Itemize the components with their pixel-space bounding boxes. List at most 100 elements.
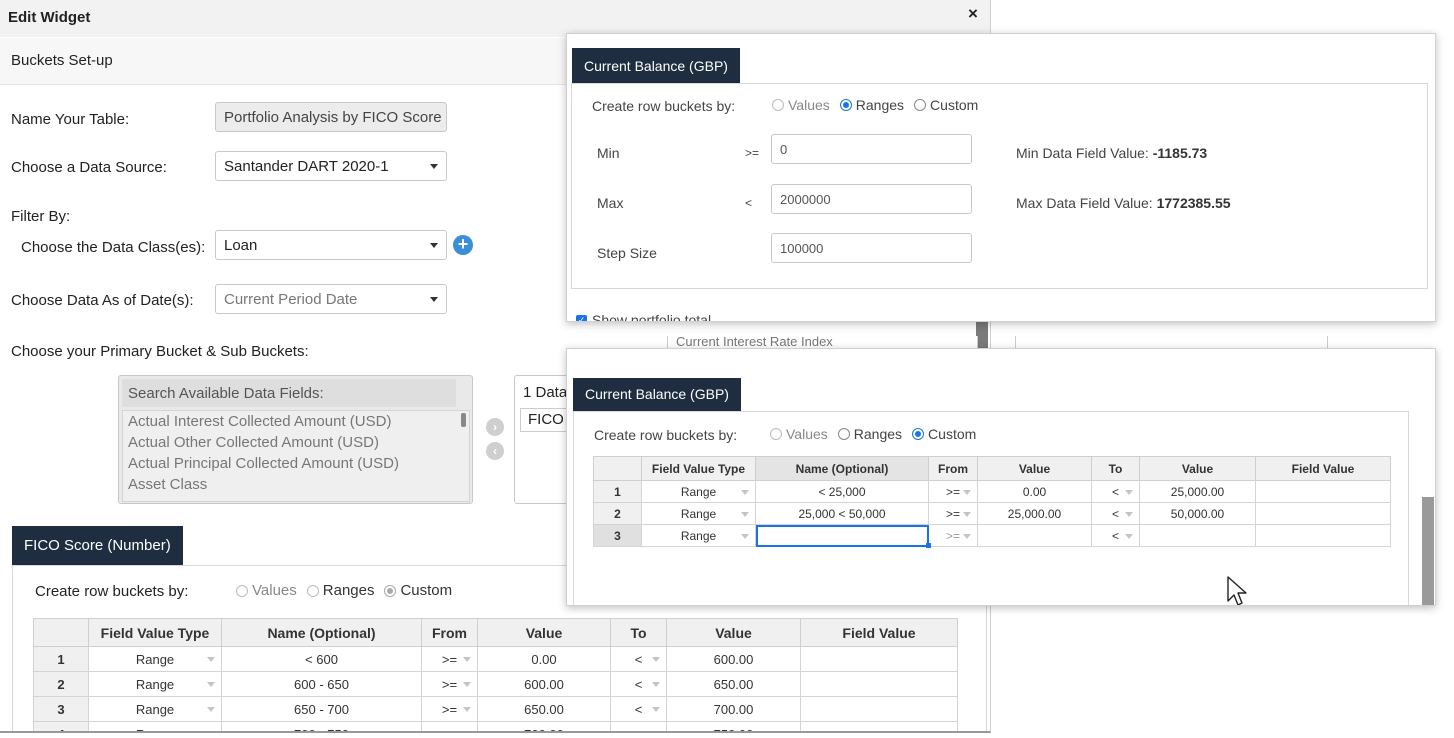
field-value-cell[interactable] xyxy=(800,696,958,722)
section-title: Buckets Set-up xyxy=(11,52,113,69)
from-value-cell[interactable]: 0.00 xyxy=(977,480,1092,503)
from-op-cell[interactable]: >= xyxy=(421,646,478,672)
to-value-cell[interactable]: 600.00 xyxy=(666,646,801,672)
radio-values[interactable]: Values xyxy=(236,582,297,599)
add-class-button[interactable]: + xyxy=(453,235,473,255)
radio-custom[interactable]: Custom xyxy=(384,582,452,599)
list-item[interactable]: Actual Interest Collected Amount (USD) xyxy=(123,411,469,432)
from-value-cell[interactable]: 25,000.00 xyxy=(977,502,1092,525)
radio-custom[interactable]: Custom xyxy=(912,426,976,442)
scrollbar[interactable] xyxy=(1422,497,1434,605)
bucket-mode-radios: Values Ranges Custom xyxy=(770,426,986,442)
close-icon[interactable]: × xyxy=(968,4,978,24)
chevron-down-icon xyxy=(652,732,660,733)
name-cell[interactable]: < 25,000 xyxy=(755,480,929,503)
step-size-input[interactable]: 100000 xyxy=(771,233,972,263)
to-value-cell[interactable]: 650.00 xyxy=(666,671,801,697)
radio-custom[interactable]: Custom xyxy=(914,97,978,113)
list-item[interactable]: Asset Class xyxy=(123,474,469,495)
from-op-cell[interactable]: >= xyxy=(928,502,978,525)
radio-circle xyxy=(912,428,925,440)
to-value-cell[interactable]: 750.00 xyxy=(666,721,801,731)
radio-ranges[interactable]: Ranges xyxy=(306,582,374,599)
radio-ranges[interactable]: Ranges xyxy=(837,426,902,442)
table-row: 2 Range 600 - 650 >= 600.00 < 650.00 xyxy=(33,671,958,697)
bucket-label: Choose your Primary Bucket & Sub Buckets… xyxy=(11,343,309,360)
move-right-icon[interactable]: › xyxy=(486,418,504,436)
to-op-cell[interactable]: < xyxy=(610,696,667,722)
field-value-cell[interactable] xyxy=(1255,480,1391,503)
column-header: Value xyxy=(477,618,611,647)
data-class-select[interactable]: Loan xyxy=(215,230,447,260)
from-value-cell[interactable]: 650.00 xyxy=(477,696,611,722)
move-left-icon[interactable]: ‹ xyxy=(486,442,504,460)
step-size-label: Step Size xyxy=(597,245,657,261)
cell-text: < xyxy=(634,701,643,717)
radio-values[interactable]: Values xyxy=(770,426,828,442)
radio-ranges[interactable]: Ranges xyxy=(839,97,904,113)
radio-values[interactable]: Values xyxy=(772,97,830,113)
to-op-cell[interactable]: < xyxy=(1091,524,1140,547)
field-value-type-cell[interactable]: Range xyxy=(641,524,756,547)
from-op-cell[interactable]: >= xyxy=(421,671,478,697)
data-source-select[interactable]: Santander DART 2020-1 xyxy=(215,151,447,181)
tab-current-balance[interactable]: Current Balance (GBP) xyxy=(572,48,740,84)
field-value-type-cell[interactable]: Range xyxy=(88,671,222,697)
from-op-cell[interactable]: >= xyxy=(928,480,978,503)
to-value-cell[interactable] xyxy=(1139,524,1256,547)
show-total-checkbox[interactable]: ✓ Show portfolio total xyxy=(576,312,711,321)
to-op-cell[interactable]: < xyxy=(610,671,667,697)
field-value-type-cell[interactable]: Range xyxy=(88,721,222,731)
field-value-cell[interactable] xyxy=(1255,502,1391,525)
column-header: Value xyxy=(1139,456,1256,481)
to-value-cell[interactable]: 50,000.00 xyxy=(1139,502,1256,525)
column-header xyxy=(593,456,642,481)
to-value-cell[interactable]: 25,000.00 xyxy=(1139,480,1256,503)
tab-current-balance[interactable]: Current Balance (GBP) xyxy=(573,378,741,411)
name-cell[interactable]: < 600 xyxy=(221,646,422,672)
field-value-cell[interactable] xyxy=(1255,524,1391,547)
fill-handle[interactable] xyxy=(926,543,931,548)
available-fields-list[interactable]: Actual Interest Collected Amount (USD) A… xyxy=(122,410,470,502)
from-value-cell[interactable] xyxy=(977,524,1092,547)
to-op-cell[interactable]: < xyxy=(610,646,667,672)
tab-fico-score[interactable]: FICO Score (Number) xyxy=(12,526,183,566)
chevron-down-icon xyxy=(463,707,471,712)
table-header-row: Field Value Type Name (Optional) From Va… xyxy=(33,618,958,647)
field-value-cell[interactable] xyxy=(800,721,958,731)
column-header xyxy=(33,618,89,647)
from-value-cell[interactable]: 600.00 xyxy=(477,671,611,697)
name-cell[interactable]: 600 - 650 xyxy=(221,671,422,697)
ranges-overlay: Current Balance (GBP) Create row buckets… xyxy=(566,33,1436,322)
column-header: From xyxy=(421,618,478,647)
to-op-cell[interactable]: < xyxy=(610,721,667,733)
field-value-type-cell[interactable]: Range xyxy=(641,480,756,503)
name-cell[interactable]: 700 - 750 xyxy=(221,721,422,731)
chevron-down-icon xyxy=(652,707,660,712)
to-value-cell[interactable]: 700.00 xyxy=(666,696,801,722)
list-item[interactable]: Actual Principal Collected Amount (USD) xyxy=(123,453,469,474)
from-value-cell[interactable]: 700.00 xyxy=(477,721,611,731)
name-cell[interactable]: 25,000 < 50,000 xyxy=(755,502,929,525)
name-cell-editing[interactable] xyxy=(755,524,929,547)
from-value-cell[interactable]: 0.00 xyxy=(477,646,611,672)
field-value-cell[interactable] xyxy=(800,646,958,672)
from-op-cell[interactable]: >= xyxy=(421,721,478,731)
field-value-type-cell[interactable]: Range xyxy=(88,646,222,672)
to-op-cell[interactable]: < xyxy=(1091,480,1140,503)
from-op-cell[interactable]: >= xyxy=(421,696,478,722)
max-input[interactable]: 2000000 xyxy=(771,184,972,214)
to-op-cell[interactable]: < xyxy=(1091,502,1140,525)
scrollbar[interactable] xyxy=(461,413,466,427)
field-value-type-cell[interactable]: Range xyxy=(641,502,756,525)
list-item[interactable]: Actual Other Collected Amount (USD) xyxy=(123,432,469,453)
field-value-type-cell[interactable]: Range xyxy=(88,696,222,722)
as-of-date-select[interactable]: Current Period Date xyxy=(215,284,447,314)
from-op-cell[interactable]: >= xyxy=(928,524,978,547)
min-input[interactable]: 0 xyxy=(771,134,972,164)
available-fields-search[interactable]: Search Available Data Fields: xyxy=(122,379,456,407)
field-value-cell[interactable] xyxy=(800,671,958,697)
table-name-input[interactable]: Portfolio Analysis by FICO Score xyxy=(215,102,447,132)
available-fields-box: Search Available Data Fields: Actual Int… xyxy=(118,375,473,504)
name-cell[interactable]: 650 - 700 xyxy=(221,696,422,722)
